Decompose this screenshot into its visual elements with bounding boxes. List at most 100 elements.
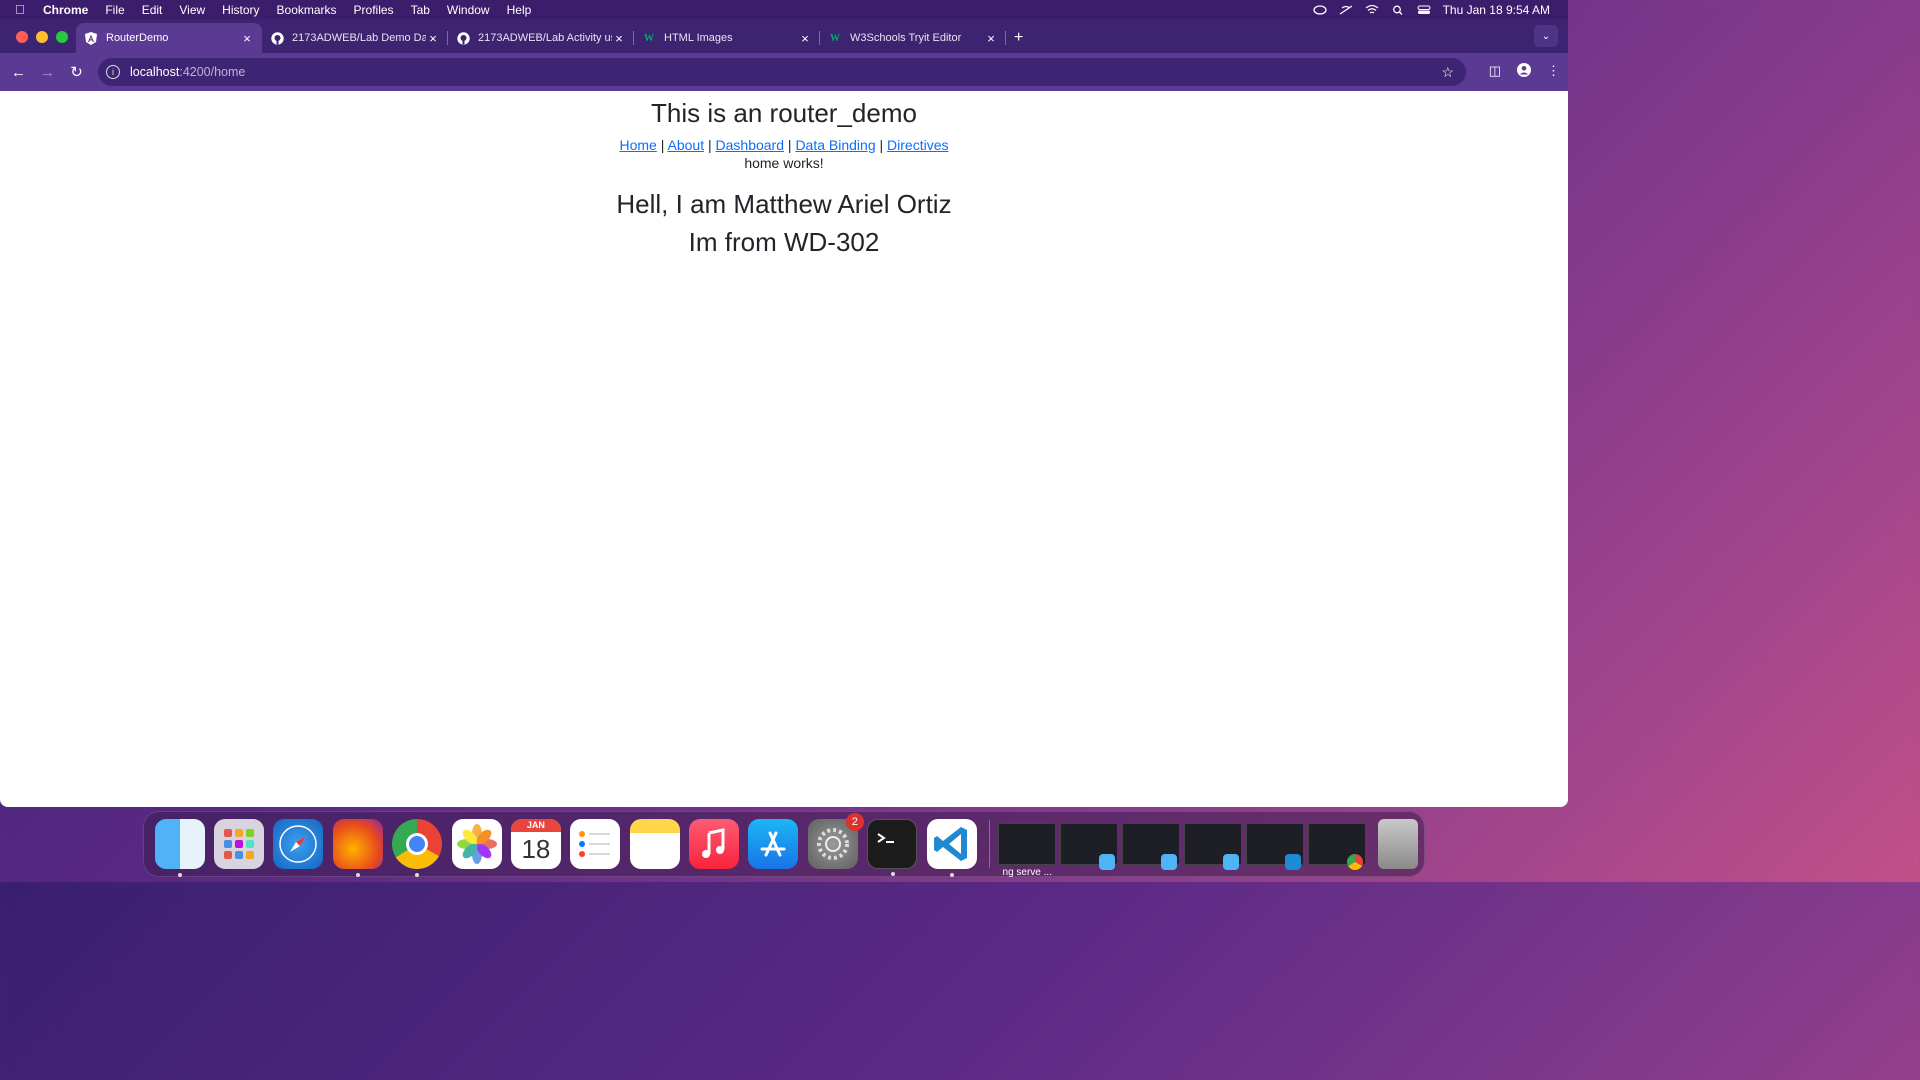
nav-link-home[interactable]: Home [619,137,656,153]
notification-badge: 2 [845,813,864,831]
system-settings-icon[interactable]: 2 [807,813,864,869]
apple-menu-icon[interactable]:  [15,2,29,17]
tab-title: 2173ADWEB/Lab Demo Data B [292,32,426,44]
close-window-button[interactable] [16,31,28,43]
kebab-menu-icon[interactable]: ⋮ [1547,63,1560,80]
tab-title: HTML Images [664,32,733,44]
menu-view[interactable]: View [179,3,205,17]
firefox-icon[interactable] [332,819,383,877]
tab-html-images[interactable]: W HTML Images × [634,23,820,53]
creative-cloud-icon[interactable] [1312,4,1327,15]
wifi-icon[interactable] [1365,4,1379,15]
minimized-window-chrome[interactable] [1308,823,1367,870]
menu-edit[interactable]: Edit [142,3,163,17]
nav-link-data-binding[interactable]: Data Binding [795,137,875,153]
calendar-icon[interactable]: JAN 18 [510,819,561,869]
status-area: Thu Jan 18 9:54 AM [1312,3,1550,17]
tab-title: 2173ADWEB/Lab Activity usin [478,32,612,44]
back-arrow-icon[interactable]: ← [4,64,33,81]
running-indicator [891,872,896,876]
finder-icon[interactable] [154,819,205,877]
running-indicator [177,873,182,877]
address-bar[interactable]: i localhost:4200/home ☆ [98,58,1466,86]
running-indicator [949,873,954,877]
launchpad-icon[interactable] [214,819,265,869]
browser-toolbar: ← → ↻ i localhost:4200/home ☆ ◫ ⋮ [0,53,1568,91]
url-host: localhost [130,65,180,79]
forward-arrow-icon[interactable]: → [33,64,62,81]
tab-strip: RouterDemo × 2173ADWEB/Lab Demo Data B ×… [0,19,1568,53]
terminal-icon[interactable] [867,819,918,876]
angular-icon [84,31,98,45]
page-title: This is an router_demo [651,98,917,128]
tab-routerdemo[interactable]: RouterDemo × [76,23,262,53]
tab-github-lab-activity[interactable]: 2173ADWEB/Lab Activity usin × [448,23,634,53]
site-info-icon[interactable]: i [106,65,120,79]
vscode-icon[interactable] [926,819,977,877]
spotlight-search-icon[interactable] [1391,5,1405,15]
finder-icon [1099,854,1116,870]
photos-icon[interactable] [451,819,502,869]
new-tab-icon[interactable]: + [1014,23,1023,53]
trash-icon[interactable] [1378,819,1419,869]
chrome-icon[interactable] [392,819,443,877]
macos-dock: JAN 18 2 ng serve ... [143,811,1425,878]
zoom-window-button[interactable] [56,31,68,43]
window-controls [16,31,68,43]
safari-icon[interactable] [273,819,324,869]
calendar-month: JAN [510,819,561,832]
menu-tab[interactable]: Tab [411,3,430,17]
control-center-icon[interactable] [1417,5,1431,15]
close-tab-icon[interactable]: × [798,31,812,46]
minimized-window-finder[interactable] [1122,823,1181,870]
minimized-window-terminal[interactable]: ng serve ... [998,823,1057,878]
calendar-day: 18 [521,834,551,864]
close-tab-icon[interactable]: × [612,31,626,46]
minimized-window-vscode[interactable] [1246,823,1305,870]
nav-separator: | [879,137,884,153]
side-panel-icon[interactable]: ◫ [1489,63,1501,80]
menu-bookmarks[interactable]: Bookmarks [277,3,337,17]
minimize-window-button[interactable] [36,31,48,43]
chrome-window: RouterDemo × 2173ADWEB/Lab Demo Data B ×… [0,19,1568,807]
tab-w3schools-tryit[interactable]: W W3Schools Tryit Editor × [820,23,1006,53]
minimized-window-finder[interactable] [1060,823,1119,870]
url-path: :4200/home [179,65,246,79]
menu-help[interactable]: Help [507,3,532,17]
nav-link-dashboard[interactable]: Dashboard [716,137,785,153]
menu-profiles[interactable]: Profiles [354,3,394,17]
menu-bar-clock[interactable]: Thu Jan 18 9:54 AM [1443,3,1550,17]
origin-heading: Im from WD-302 [688,227,880,257]
minimized-window-label: ng serve ... [1002,867,1052,878]
nav-link-directives[interactable]: Directives [887,137,948,153]
macos-menu-bar:  Chrome File Edit View History Bookmark… [0,0,1568,19]
github-icon [456,31,470,45]
menu-history[interactable]: History [222,3,259,17]
screen-mirroring-off-icon[interactable] [1339,5,1353,15]
app-store-icon[interactable] [748,819,799,869]
close-tab-icon[interactable]: × [984,31,998,46]
notes-icon[interactable] [629,819,680,869]
bookmark-star-icon[interactable]: ☆ [1441,64,1454,81]
menu-window[interactable]: Window [447,3,490,17]
w3schools-icon: W [830,32,840,44]
menu-file[interactable]: File [105,3,124,17]
nav-link-about[interactable]: About [668,137,705,153]
tab-search-chevron-icon[interactable]: ⌄ [1534,25,1558,47]
reminders-icon[interactable] [570,819,621,869]
tab-title: W3Schools Tryit Editor [850,32,962,44]
profile-avatar-icon[interactable] [1517,63,1531,80]
reload-icon[interactable]: ↻ [62,63,91,81]
w3schools-icon: W [644,32,654,44]
github-icon [270,31,284,45]
menu-app-name[interactable]: Chrome [43,3,88,17]
minimized-window-finder[interactable] [1184,823,1243,870]
running-indicator [415,873,420,877]
dock-divider [989,820,991,868]
tab-github-lab-demo[interactable]: 2173ADWEB/Lab Demo Data B × [262,23,448,53]
music-icon[interactable] [689,819,740,869]
tab-divider [1005,31,1006,45]
close-tab-icon[interactable]: × [240,31,254,46]
close-tab-icon[interactable]: × [426,31,440,46]
chrome-icon [1347,854,1364,870]
